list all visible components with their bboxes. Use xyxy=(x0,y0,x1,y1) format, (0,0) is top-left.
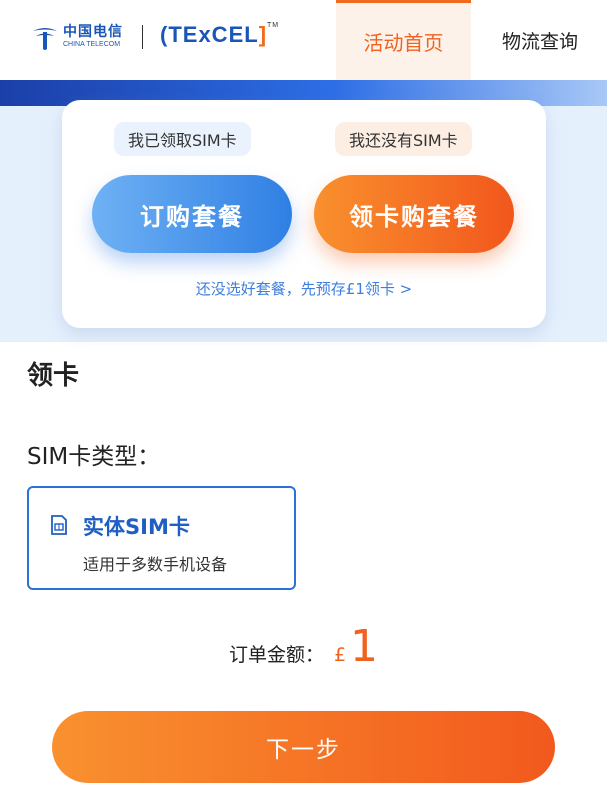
sim-option-physical[interactable]: 实体SIM卡 适用于多数手机设备 xyxy=(27,486,296,590)
order-plan-button[interactable]: 订购套餐 xyxy=(92,175,292,253)
brand-divider xyxy=(142,25,143,49)
nav-tab-home[interactable]: 活动首页 xyxy=(336,0,471,80)
prestore-link[interactable]: 还没选好套餐，先预存£1领卡 > xyxy=(62,278,546,299)
brand-en: CHINA TELECOM xyxy=(63,41,121,48)
tag-no-sim: 我还没有SIM卡 xyxy=(335,122,472,156)
order-total-label: 订单金额： xyxy=(228,644,324,666)
texcel-logo[interactable]: (TExCEL]TM xyxy=(160,22,279,48)
sim-option-desc: 适用于多数手机设备 xyxy=(83,555,228,574)
china-telecom-icon xyxy=(33,28,57,50)
texcel-logo-text: TExCEL xyxy=(168,22,259,47)
china-telecom-logo[interactable]: 中国电信 CHINA TELECOM xyxy=(30,22,123,52)
sim-option-name: 实体SIM卡 xyxy=(83,515,190,539)
get-card-button[interactable]: 领卡购套餐 xyxy=(314,175,514,253)
plan-selection-card: 我已领取SIM卡 我还没有SIM卡 订购套餐 领卡购套餐 还没选好套餐，先预存£… xyxy=(62,100,546,328)
section-title: 领卡 xyxy=(27,361,80,391)
order-total: 订单金额： £ 1 xyxy=(0,625,607,669)
nav-tab-logistics[interactable]: 物流查询 xyxy=(480,0,600,80)
currency-symbol: £ xyxy=(333,644,347,666)
trademark-mark: TM xyxy=(267,22,280,29)
sim-card-icon xyxy=(51,515,67,535)
brand-cn: 中国电信 xyxy=(63,24,123,40)
top-header: 中国电信 CHINA TELECOM (TExCEL]TM 活动首页 物流查询 xyxy=(0,0,607,80)
tag-have-sim: 我已领取SIM卡 xyxy=(114,122,251,156)
sim-type-label: SIM卡类型： xyxy=(27,444,161,470)
next-step-button[interactable]: 下一步 xyxy=(52,711,555,783)
order-amount: 1 xyxy=(350,621,379,672)
